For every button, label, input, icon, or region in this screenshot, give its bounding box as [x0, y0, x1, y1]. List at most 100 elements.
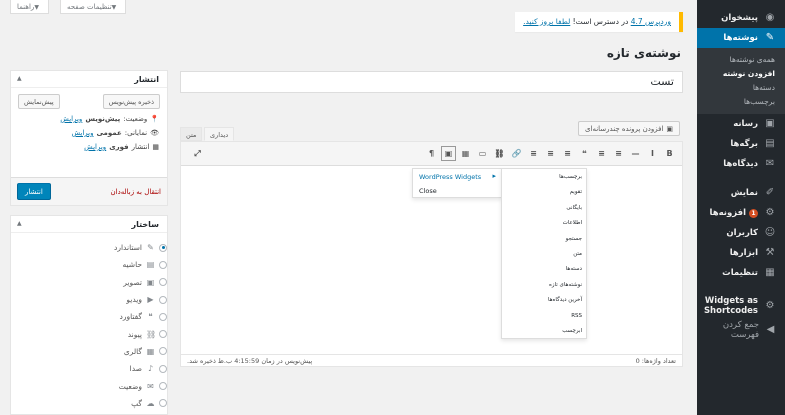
edit-schedule-link[interactable]: ویرایش — [84, 143, 106, 151]
status-icon: ✉ — [147, 381, 154, 391]
format-box-header[interactable]: ساختار ▲ — [11, 216, 167, 233]
move-to-trash-link[interactable]: انتقال به زباله‌دان — [111, 188, 161, 196]
widget-menu-item[interactable]: برچسب‌ها — [502, 169, 586, 184]
toggle-arrow-icon[interactable]: ▲ — [17, 75, 22, 82]
publish-box-header[interactable]: انتشار ▲ — [11, 71, 167, 88]
sidebar-item-media[interactable]: ▣ رسانه — [697, 114, 785, 134]
edit-visibility-link[interactable]: ویرایش — [71, 129, 93, 137]
align-left-icon[interactable]: ≡ — [561, 147, 574, 160]
unlink-icon[interactable]: ⛓ — [493, 147, 506, 160]
format-radio[interactable] — [159, 260, 167, 269]
format-option[interactable]: پیوند ⛓ — [11, 325, 167, 342]
numbered-list-icon[interactable]: ≡ — [595, 147, 608, 160]
widget-menu-item[interactable]: آخرین دیدگاه‌ها — [502, 292, 586, 307]
edit-status-link[interactable]: ویرایش — [60, 115, 82, 123]
publish-minor-actions: ذخیره پیش‌نویس پیش‌نمایش — [11, 88, 167, 112]
sidebar-item-label: کاربران — [726, 228, 758, 238]
preview-button[interactable]: پیش‌نمایش — [18, 94, 60, 109]
format-radio[interactable] — [159, 399, 167, 408]
publish-button[interactable]: انتشار — [17, 183, 51, 200]
format-option[interactable]: تصویر ▣ — [11, 274, 167, 291]
update-nag: وردپرس 4.7 در دسترس است! لطفا بروز کنید. — [515, 12, 683, 32]
media-icon: ▣ — [765, 118, 775, 129]
image-icon: ▣ — [146, 277, 155, 287]
format-option[interactable]: گفتاورد ❝ — [11, 308, 167, 325]
tab-text[interactable]: متن — [180, 127, 203, 141]
format-radio[interactable] — [159, 382, 167, 391]
widget-menu-item[interactable]: نوشته‌های تازه — [502, 277, 586, 292]
paragraph-icon[interactable]: ¶ — [425, 147, 438, 160]
format-label: ویدیو — [126, 295, 142, 305]
sidebar-item-appearance[interactable]: ✐ نمایش — [697, 183, 785, 203]
widget-menu-item[interactable]: تقویم — [502, 184, 586, 199]
widgets-icon[interactable]: ▣ — [441, 146, 456, 161]
format-option[interactable]: حاشیه ▤ — [11, 256, 167, 273]
post-title-input[interactable]: تست — [180, 71, 683, 93]
strikethrough-icon[interactable]: — — [629, 147, 642, 160]
add-media-button[interactable]: ▣ افزودن پرونده چندرسانه‌ای — [578, 121, 680, 136]
post-status-row: 📍 وضعیت: پیش‌نویس ویرایش — [11, 112, 167, 126]
widget-menu-item[interactable]: بایگانی — [502, 200, 586, 215]
pin-icon: 📍 — [150, 115, 159, 123]
widget-menu-item[interactable]: متن — [502, 246, 586, 261]
sidebar-item-gear[interactable]: ⚙ Widgets as Shortcodes — [697, 292, 785, 320]
sidebar-item-pages[interactable]: ▤ برگه‌ها — [697, 134, 785, 154]
format-radio[interactable] — [159, 295, 167, 304]
format-option[interactable]: وضعیت ✉ — [11, 377, 167, 394]
format-radio[interactable] — [159, 278, 167, 287]
format-label: استاندارد — [114, 243, 142, 253]
format-option[interactable]: ویدیو ▶ — [11, 291, 167, 308]
menu-item-wordpress-widgets[interactable]: WordPress Widgets ▸ — [413, 169, 501, 183]
submenu-item[interactable]: دسته‌ها — [697, 80, 785, 94]
help-label: راهنما — [17, 3, 35, 11]
submenu-item[interactable]: برچسب‌ها — [697, 94, 785, 108]
sidebar-item-settings[interactable]: ▦ تنظیمات — [697, 263, 785, 283]
pin-icon: ✎ — [147, 243, 154, 253]
tab-visual[interactable]: دیداری — [204, 127, 235, 141]
sidebar-item-tools[interactable]: ⚒ ابزارها — [697, 243, 785, 263]
format-radio[interactable] — [159, 364, 167, 373]
toolbar-toggle-icon[interactable]: ▦ — [459, 147, 472, 160]
version-link[interactable]: وردپرس 4.7 — [631, 17, 671, 26]
update-link[interactable]: لطفا بروز کنید. — [523, 17, 570, 26]
format-radio[interactable] — [159, 330, 167, 339]
submenu-item[interactable]: همه‌ی نوشته‌ها — [697, 52, 785, 66]
format-radio[interactable] — [159, 347, 167, 356]
sidebar-item-users[interactable]: ☺ کاربران — [697, 223, 785, 243]
read-more-icon[interactable]: ▭ — [476, 147, 489, 160]
fullscreen-icon[interactable]: ⤢ — [191, 147, 204, 160]
menu-item-close[interactable]: Close — [413, 183, 501, 197]
update-count-badge: 1 — [749, 208, 758, 218]
sidebar-item-pushpin[interactable]: ✎ نوشته‌ها — [697, 28, 785, 48]
submenu-item[interactable]: افزودن نوشته — [697, 66, 785, 80]
format-radio[interactable] — [159, 312, 167, 321]
widget-menu-item[interactable]: دسته‌ها — [502, 261, 586, 276]
editor-toolbar: B I — ≡ ≡ ❝ ≡ ≡ ≡ 🔗 ⛓ ▭ ▦ ▣ ¶ ⤢ — [181, 142, 682, 166]
sidebar-item-plugins[interactable]: ⚙ 1 افزونه‌ها — [697, 203, 785, 223]
bold-icon[interactable]: B — [663, 147, 676, 160]
widget-menu-item[interactable]: اطلاعات — [502, 215, 586, 230]
blockquote-icon[interactable]: ❝ — [578, 147, 591, 160]
sidebar-item-collapse[interactable]: ◀ جمع کردن فهرست — [697, 320, 785, 340]
sidebar-item-label: ابزارها — [729, 248, 758, 258]
toggle-arrow-icon[interactable]: ▲ — [17, 220, 22, 227]
align-center-icon[interactable]: ≡ — [544, 147, 557, 160]
format-option[interactable]: صدا ♪ — [11, 360, 167, 377]
widget-menu-item[interactable]: جستجو — [502, 231, 586, 246]
sidebar-item-dashboard[interactable]: ◉ پیشخوان — [697, 8, 785, 28]
screen-options-tab[interactable]: ▼تنظیمات صفحه — [60, 0, 127, 14]
link-icon[interactable]: 🔗 — [510, 147, 523, 160]
format-label: وضعیت — [118, 381, 142, 391]
italic-icon[interactable]: I — [646, 147, 659, 160]
format-radio[interactable] — [159, 243, 167, 252]
sidebar-item-comments[interactable]: ✉ دیدگاه‌ها — [697, 154, 785, 174]
widget-menu-item[interactable]: RSS — [502, 308, 586, 323]
format-option[interactable]: گپ ☁ — [11, 395, 167, 412]
widget-menu-item[interactable]: ابرچسب — [502, 323, 586, 338]
align-right-icon[interactable]: ≡ — [527, 147, 540, 160]
help-tab[interactable]: ▼راهنما — [10, 0, 49, 14]
bullet-list-icon[interactable]: ≡ — [612, 147, 625, 160]
save-draft-button[interactable]: ذخیره پیش‌نویس — [102, 94, 160, 109]
format-option[interactable]: استاندارد ✎ — [11, 239, 167, 256]
format-option[interactable]: گالری ▦ — [11, 343, 167, 360]
